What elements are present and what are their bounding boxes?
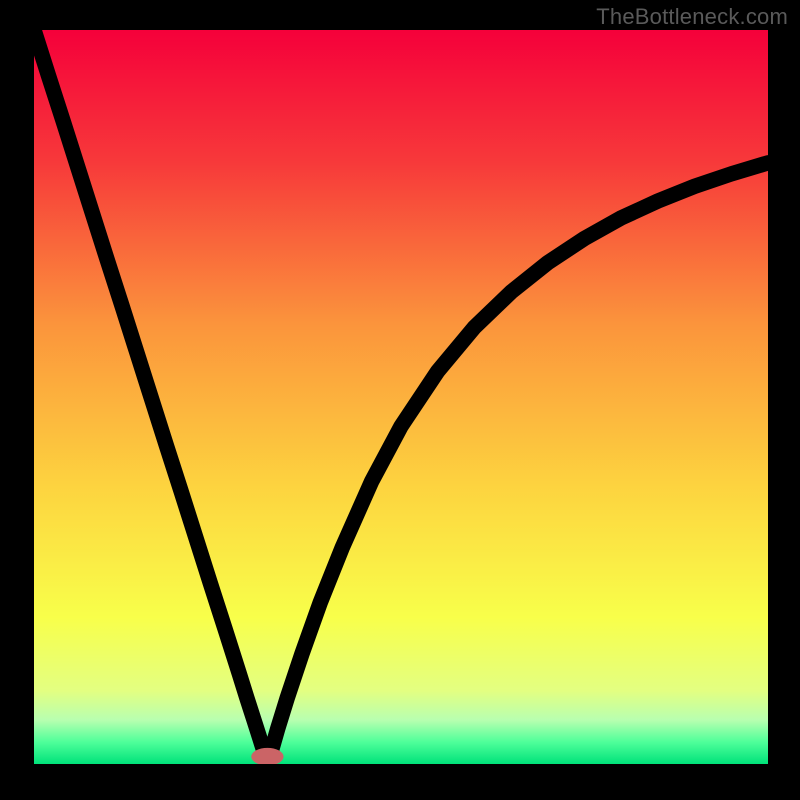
watermark-text: TheBottleneck.com [596,4,788,30]
plot-area [34,30,768,764]
chart-svg [34,30,768,764]
chart-frame: TheBottleneck.com [0,0,800,800]
